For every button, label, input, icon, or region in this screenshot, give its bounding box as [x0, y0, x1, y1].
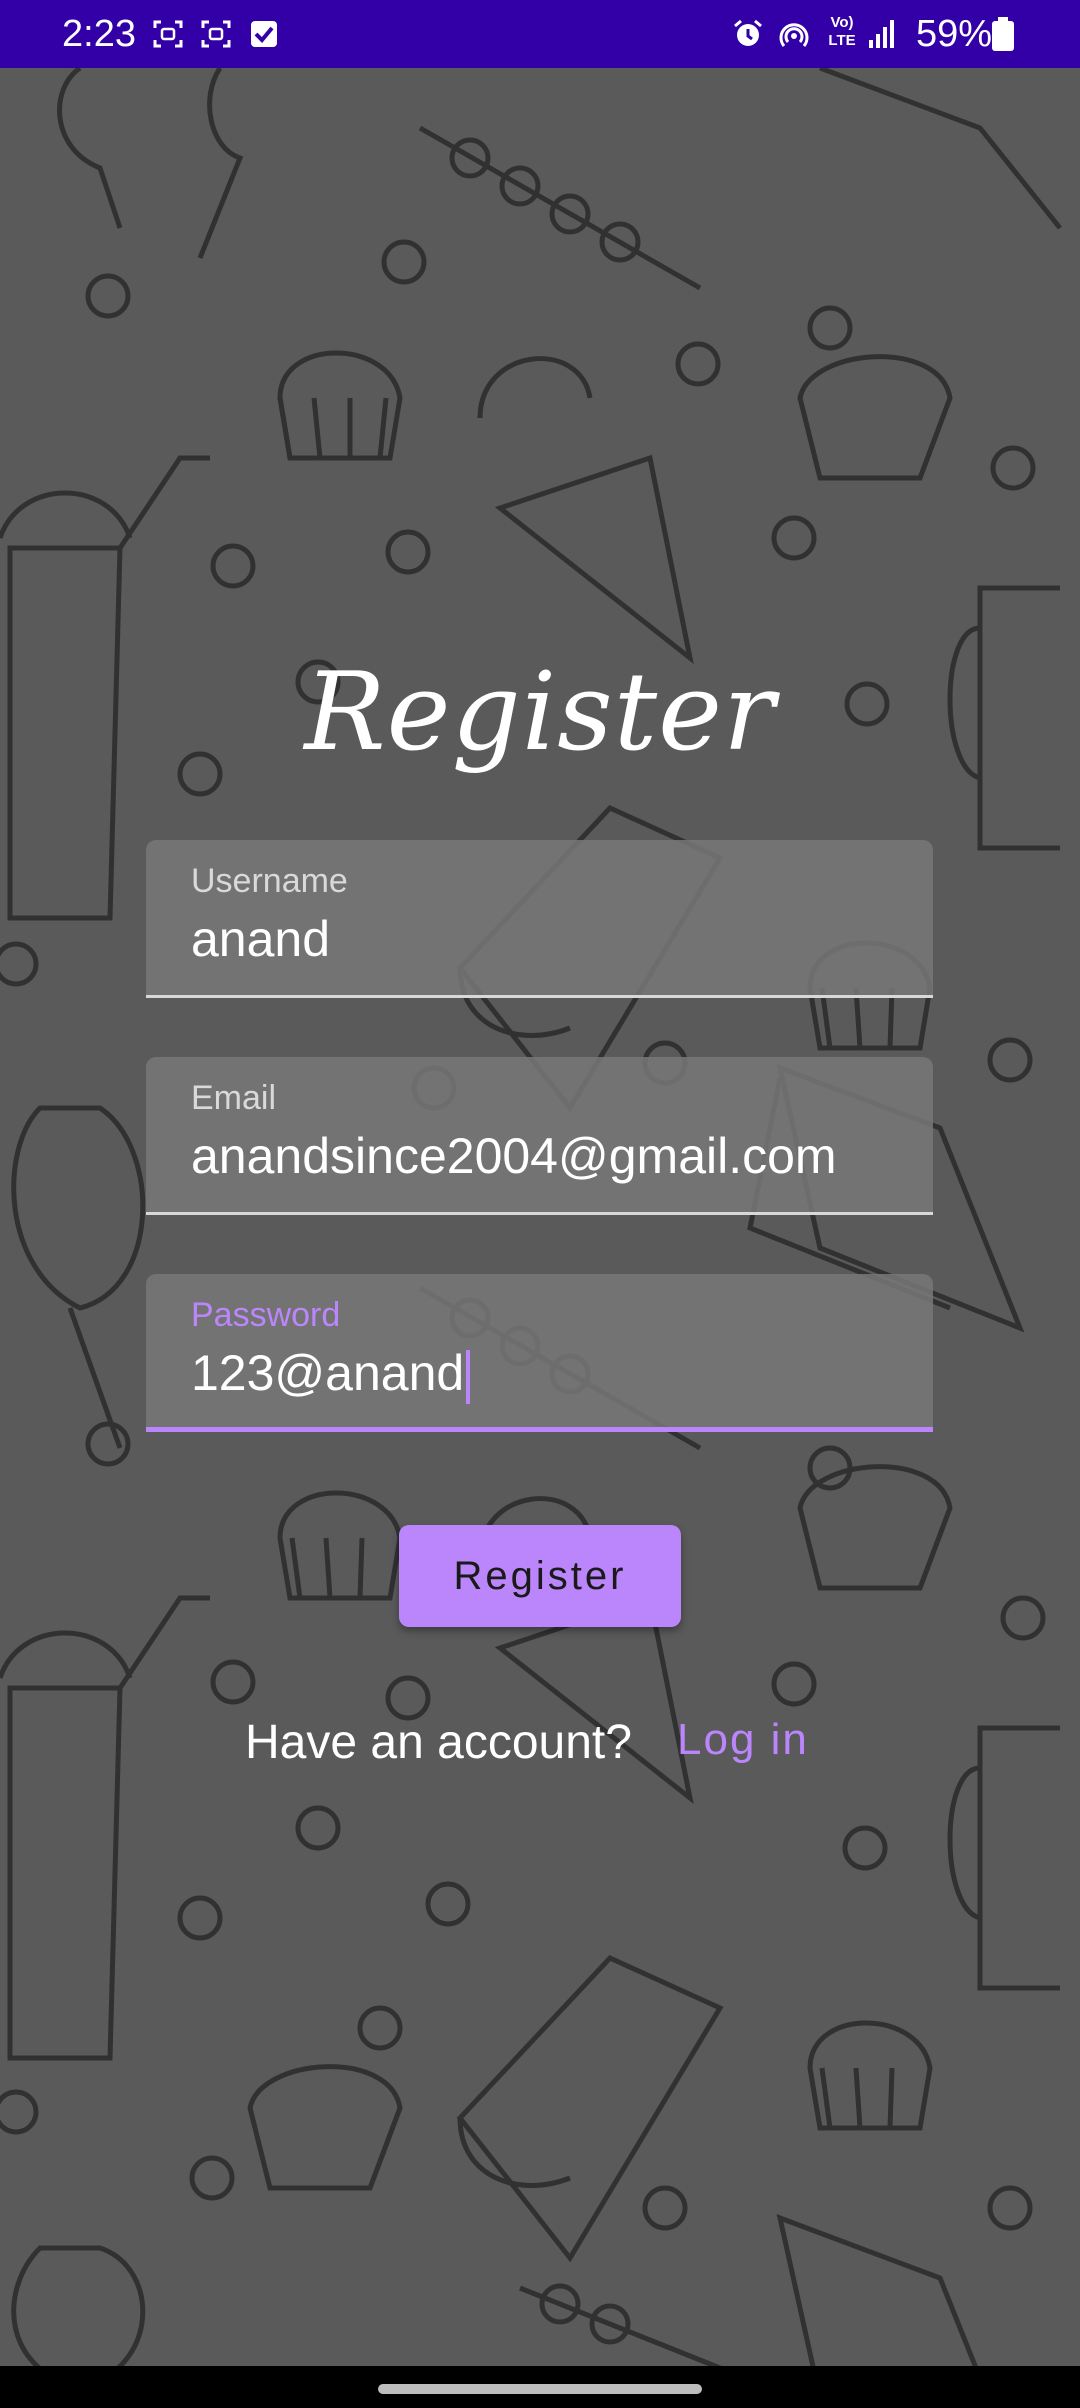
text-cursor [466, 1349, 471, 1404]
screenshot-icon [153, 20, 183, 48]
password-input[interactable]: 123@anand [191, 1344, 471, 1404]
email-label: Email [191, 1079, 277, 1117]
screenshot-icon [201, 20, 231, 48]
register-button[interactable]: Register [399, 1525, 681, 1627]
username-field[interactable]: Username anand [146, 840, 933, 998]
volte-icon: Vo) LTE [828, 14, 856, 49]
background-pattern [0, 68, 1062, 2366]
have-account-text: Have an account? [245, 1716, 632, 1769]
status-time: 2:23 [62, 13, 136, 55]
password-label: Password [191, 1296, 341, 1334]
username-label: Username [191, 862, 348, 900]
email-field[interactable]: Email anandsince2004@gmail.com [146, 1057, 933, 1215]
password-value: 123@anand [191, 1345, 465, 1401]
signal-icon [869, 20, 894, 48]
battery-percent: 59% [915, 13, 992, 55]
page-title: Register [304, 650, 776, 775]
checkbox-icon [251, 21, 277, 47]
password-field[interactable]: Password 123@anand [146, 1274, 933, 1432]
hotspot-icon [779, 23, 809, 47]
status-bar: 2:23 Vo) LTE 59% [0, 0, 1080, 68]
home-gesture-handle[interactable] [378, 2384, 702, 2394]
navigation-bar [0, 2366, 1080, 2408]
username-input[interactable]: anand [191, 910, 330, 968]
alarm-icon [734, 19, 762, 46]
email-input[interactable]: anandsince2004@gmail.com [191, 1127, 837, 1185]
login-link[interactable]: Log in [677, 1715, 809, 1765]
battery-icon [992, 17, 1014, 51]
